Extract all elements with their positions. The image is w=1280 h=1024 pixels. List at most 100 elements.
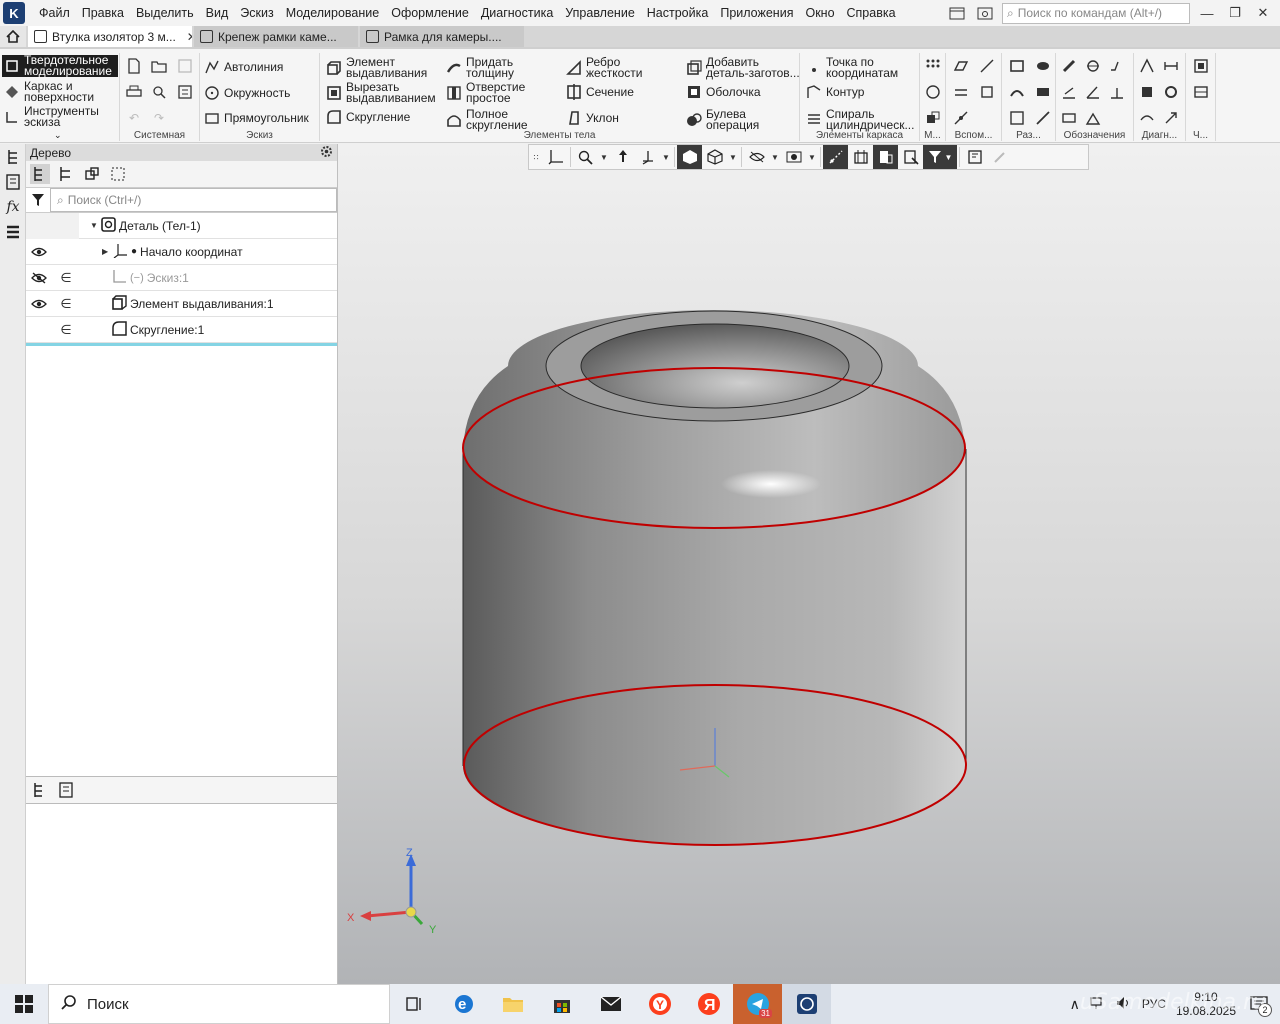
stamp-icon[interactable]	[1008, 109, 1026, 127]
menu-diagnostics[interactable]: Диагностика	[475, 0, 559, 26]
command-search-input[interactable]: ⌕ Поиск по командам (Alt+/)	[1002, 2, 1190, 24]
extrude-button[interactable]: Элемент выдавливания	[326, 56, 436, 79]
mode-frame-surfaces[interactable]: Каркас и поверхности	[4, 80, 116, 103]
tree-row-origin[interactable]: ▶ ● Начало координат	[26, 239, 337, 265]
circle-button[interactable]: Окружность	[204, 85, 290, 101]
tree-node[interactable]: ▶ ● Начало координат	[102, 243, 243, 261]
eye-icon[interactable]	[26, 239, 52, 265]
section-button[interactable]: Сечение	[566, 84, 634, 100]
full-fillet-button[interactable]: Полное скругление	[446, 108, 546, 131]
mark-icon[interactable]	[1084, 109, 1102, 127]
mirror-icon[interactable]	[924, 83, 942, 101]
tree-row-part[interactable]: ▼ Деталь (Тел-1)	[26, 213, 337, 239]
tree-node[interactable]: Элемент выдавливания:1	[112, 294, 274, 313]
tree-toggle-icon[interactable]	[0, 144, 26, 169]
print-icon[interactable]	[125, 83, 143, 101]
selection-filter-icon[interactable]: ▼	[923, 145, 957, 169]
fillet-button[interactable]: Скругление	[326, 109, 410, 125]
close-icon[interactable]: ✕	[1252, 2, 1274, 24]
polyline-button[interactable]: Автолиния	[204, 59, 283, 75]
drawing-view-icon[interactable]	[1192, 57, 1210, 75]
unfold-icon[interactable]	[1034, 83, 1052, 101]
cs-icon[interactable]	[978, 83, 996, 101]
array-icon[interactable]	[924, 57, 942, 75]
properties-panel-icon[interactable]	[0, 169, 26, 194]
shell-button[interactable]: Оболочка	[686, 84, 761, 100]
perspective-icon[interactable]	[873, 145, 898, 169]
yandex-browser-icon[interactable]: Y	[635, 984, 684, 1024]
bend-icon[interactable]	[1034, 57, 1052, 75]
layers-icon[interactable]	[0, 219, 26, 244]
collapse-arrow-icon[interactable]: ▼	[90, 221, 98, 230]
save-icon[interactable]	[176, 57, 194, 75]
minimize-icon[interactable]: —	[1196, 2, 1218, 24]
tree-tab-icon[interactable]	[30, 780, 50, 800]
pan-icon[interactable]	[610, 145, 635, 169]
cut-extrude-button[interactable]: Вырезать выдавливанием	[326, 81, 438, 104]
menu-select[interactable]: Выделить	[130, 0, 200, 26]
rotate-icon[interactable]	[635, 145, 660, 169]
offset-plane-icon[interactable]	[952, 83, 970, 101]
visibility-icon[interactable]	[781, 145, 806, 169]
center-hole[interactable]	[580, 323, 850, 409]
taskbar-search-box[interactable]: Поиск	[48, 984, 390, 1024]
roughness-icon[interactable]	[1108, 57, 1126, 75]
tab-document-1[interactable]: Втулка изолятор 3 м... ✕	[28, 26, 192, 47]
windows-start-icon[interactable]	[0, 984, 48, 1024]
boolean-button[interactable]: Булева операция	[686, 108, 776, 131]
explorer-icon[interactable]	[488, 984, 537, 1024]
snap-icon[interactable]	[823, 145, 848, 169]
dimension-icon[interactable]	[1084, 57, 1102, 75]
task-view-icon[interactable]	[390, 984, 439, 1024]
cylindrical-spiral-button[interactable]: Спираль цилиндрическ...	[806, 108, 918, 131]
chevron-down-icon[interactable]: ▼	[660, 145, 672, 169]
menu-modeling[interactable]: Моделирование	[280, 0, 386, 26]
line-icon[interactable]	[952, 109, 970, 127]
open-folder-icon[interactable]	[150, 57, 168, 75]
chevron-up-icon[interactable]: ∧	[1070, 996, 1080, 1013]
copy-icon[interactable]	[924, 109, 942, 127]
contour-button[interactable]: Контур	[806, 84, 864, 100]
menu-apps[interactable]: Приложения	[714, 0, 799, 26]
undo-icon[interactable]: ↶	[125, 109, 143, 127]
expand-arrow-icon[interactable]: ▶	[102, 247, 110, 256]
tab-document-2[interactable]: Крепеж рамки каме...	[194, 26, 358, 47]
close-icon[interactable]: ✕	[187, 30, 192, 44]
preview-icon[interactable]	[150, 83, 168, 101]
menu-sketch[interactable]: Эскиз	[234, 0, 279, 26]
menu-file[interactable]: Файл	[33, 0, 76, 26]
add-blank-part-button[interactable]: Добавить деталь-заготов...	[686, 56, 802, 79]
thicken-button[interactable]: Придать толщину	[446, 56, 536, 79]
properties-tab-icon[interactable]	[56, 780, 76, 800]
eye-icon[interactable]	[26, 291, 52, 317]
base-icon[interactable]	[1108, 83, 1126, 101]
zoom-icon[interactable]	[573, 145, 598, 169]
axis-icon[interactable]	[978, 57, 996, 75]
gear-icon[interactable]	[320, 145, 333, 161]
eye-hidden-icon[interactable]	[26, 265, 52, 291]
menu-control[interactable]: Управление	[559, 0, 641, 26]
cs-orientation-icon[interactable]	[543, 145, 568, 169]
kompas-taskbar-icon[interactable]	[782, 984, 831, 1024]
mail-icon[interactable]	[586, 984, 635, 1024]
point-by-coords-button[interactable]: Точка по координатам	[806, 56, 916, 79]
angle-icon[interactable]	[1084, 83, 1102, 101]
rectangle-button[interactable]: Прямоугольник	[204, 110, 309, 126]
tree-row-sketch[interactable]: ∈ (−) Эскиз:1	[26, 265, 337, 291]
tree-by-structure-icon[interactable]	[30, 164, 50, 184]
inertia-icon[interactable]	[1162, 83, 1180, 101]
shaded-view-icon[interactable]	[677, 145, 702, 169]
tree-search-input[interactable]: ⌕ Поиск (Ctrl+/)	[50, 188, 337, 212]
measure-icon[interactable]	[1138, 57, 1156, 75]
measure-view-icon[interactable]	[898, 145, 923, 169]
3d-viewport[interactable]: Z X Y ∷ ▼ ▼ ▼ ▼ ▼ ▼	[338, 144, 1280, 984]
kompas-logo-icon[interactable]: K	[3, 2, 25, 24]
expand-chevron-icon[interactable]: ⌄	[54, 130, 62, 141]
hidden-lines-icon[interactable]	[744, 145, 769, 169]
tree-node[interactable]: (−) Эскиз:1	[112, 269, 189, 287]
section-view-icon[interactable]	[848, 145, 873, 169]
curvature-icon[interactable]	[1162, 109, 1180, 127]
simple-hole-button[interactable]: Отверстие простое	[446, 81, 536, 104]
tree-end-marker[interactable]	[26, 343, 337, 346]
brush-icon[interactable]	[987, 145, 1012, 169]
